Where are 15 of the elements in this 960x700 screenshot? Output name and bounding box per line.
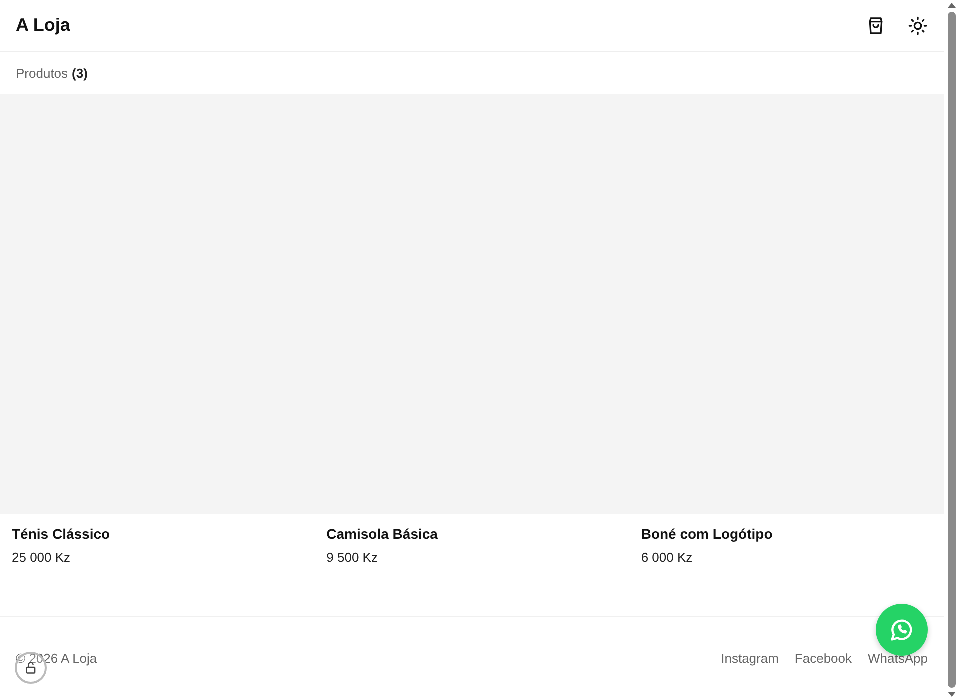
product-name[interactable]: Camisola Básica — [326, 526, 438, 542]
footer-link[interactable]: WhatsApp — [868, 651, 928, 666]
product-name[interactable]: Boné com Logótipo — [641, 526, 773, 542]
sun-icon[interactable] — [908, 16, 928, 36]
store-title: A Loja — [16, 15, 72, 36]
product-price: 6 000 Kz — [641, 550, 693, 565]
product-count: (3) — [72, 66, 88, 80]
footer-link[interactable]: Facebook — [794, 651, 852, 666]
scrollbar-thumb[interactable] — [948, 12, 956, 688]
product-name[interactable]: Ténis Clássico — [12, 526, 110, 542]
product-price: 25 000 Kz — [12, 550, 71, 565]
product-price: 9 500 Kz — [326, 550, 378, 565]
footer-link[interactable]: Instagram — [721, 651, 779, 666]
chat-phone-icon — [889, 617, 915, 643]
section-label: Produtos — [16, 66, 68, 80]
